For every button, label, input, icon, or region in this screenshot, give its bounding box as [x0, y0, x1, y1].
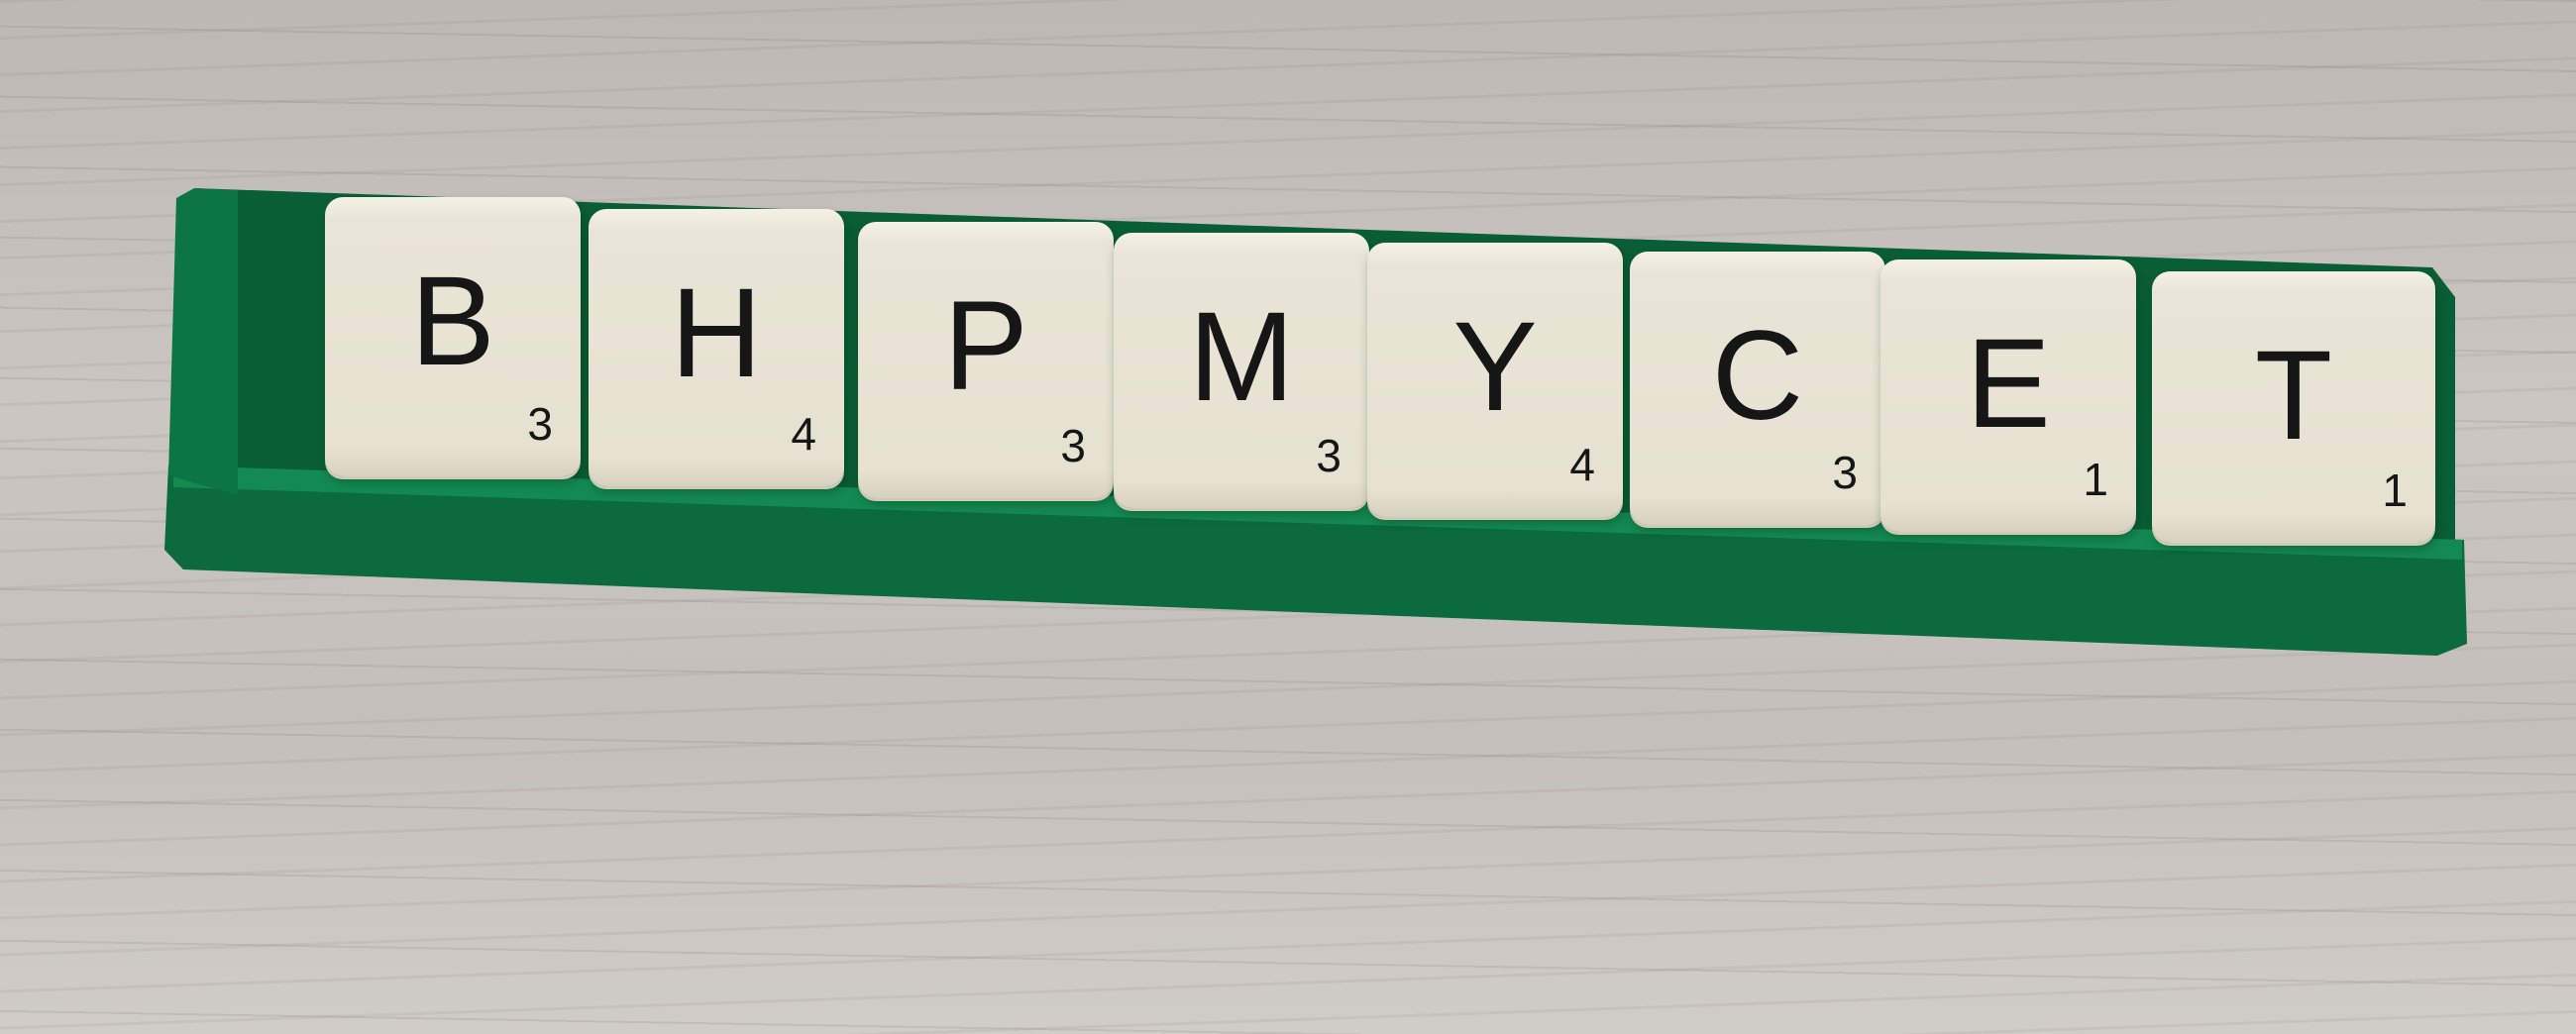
tile-points: 1	[2083, 454, 2108, 505]
tile-points: 3	[1316, 430, 1342, 481]
rack-left-end	[168, 188, 238, 495]
tile-y: Y 4	[1367, 243, 1623, 517]
tile-letter: B	[410, 251, 495, 392]
tile-c: C 3	[1630, 252, 1885, 525]
tile-points: 4	[1569, 439, 1595, 490]
tile-letter: Y	[1452, 296, 1538, 438]
tile-letter: M	[1188, 286, 1295, 428]
tile-points: 3	[527, 398, 553, 450]
wooden-table-surface: B 3 H 4 P 3 M 3 Y 4 C 3 E 1 T 1	[0, 0, 2576, 1034]
tile-e: E 1	[1880, 259, 2136, 532]
tile-letter: C	[1711, 305, 1804, 447]
tile-letter: P	[943, 275, 1028, 417]
tile-letter: H	[670, 262, 763, 404]
tile-letter: T	[2254, 325, 2333, 466]
tile-h: H 4	[589, 209, 844, 486]
tile-m: M 3	[1114, 233, 1369, 508]
tile-points: 4	[791, 408, 816, 460]
tile-letter: E	[1966, 313, 2051, 455]
tile-points: 3	[1832, 447, 1858, 498]
tile-points: 3	[1060, 420, 1086, 471]
tile-p: P 3	[858, 222, 1114, 498]
tile-t: T 1	[2152, 271, 2435, 543]
tile-b: B 3	[325, 197, 581, 476]
tile-points: 1	[2382, 465, 2408, 516]
